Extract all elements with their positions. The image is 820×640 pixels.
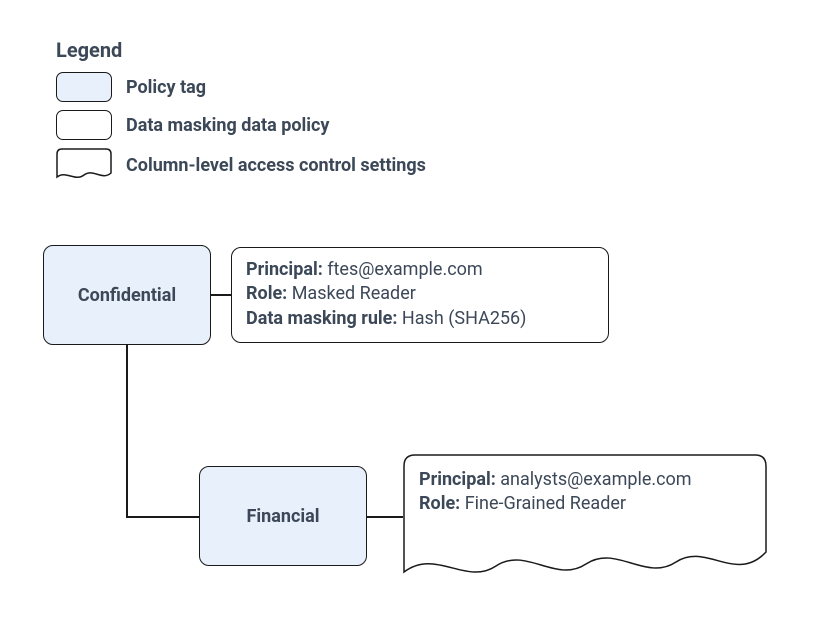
connector-line	[211, 294, 231, 296]
field-value: analysts@example.com	[500, 469, 691, 490]
legend-title: Legend	[56, 38, 122, 62]
data-masking-swatch-icon	[56, 110, 112, 140]
field-label: Principal:	[419, 469, 496, 490]
legend-row-data-masking-policy: Data masking data policy	[56, 110, 329, 140]
legend-row-policy-tag: Policy tag	[56, 72, 206, 102]
diagram-canvas: Legend Policy tag Data masking data poli…	[0, 0, 820, 640]
field-value: Fine-Grained Reader	[465, 493, 626, 514]
policy-tag-financial: Financial	[199, 466, 367, 566]
legend-label: Column-level access control settings	[126, 155, 426, 176]
field-label: Role:	[419, 493, 460, 514]
connector-line	[126, 516, 199, 518]
policy-role: Role: Masked Reader	[246, 282, 594, 306]
legend-row-clac-settings: Column-level access control settings	[56, 148, 426, 182]
field-label: Role:	[246, 283, 287, 304]
clac-swatch-icon	[56, 148, 112, 182]
field-value: Hash (SHA256)	[402, 308, 527, 329]
connector-line	[126, 345, 128, 517]
policy-tag-confidential: Confidential	[43, 245, 211, 345]
legend-label: Data masking data policy	[126, 115, 329, 136]
node-label: Financial	[247, 506, 320, 527]
policy-tag-swatch-icon	[56, 72, 112, 102]
node-label: Confidential	[78, 285, 176, 306]
clac-settings-financial: Principal: analysts@example.com Role: Fi…	[403, 454, 767, 586]
policy-principal: Principal: analysts@example.com	[419, 468, 692, 492]
field-label: Principal:	[246, 259, 323, 280]
connector-line	[367, 516, 403, 518]
policy-principal: Principal: ftes@example.com	[246, 258, 594, 282]
policy-role: Role: Fine-Grained Reader	[419, 492, 692, 516]
legend-label: Policy tag	[126, 77, 206, 98]
clac-content: Principal: analysts@example.com Role: Fi…	[403, 454, 708, 531]
data-masking-policy-confidential: Principal: ftes@example.com Role: Masked…	[231, 247, 609, 343]
field-value: Masked Reader	[292, 283, 416, 304]
field-label: Data masking rule:	[246, 308, 397, 329]
field-value: ftes@example.com	[327, 259, 482, 280]
policy-rule: Data masking rule: Hash (SHA256)	[246, 307, 594, 331]
